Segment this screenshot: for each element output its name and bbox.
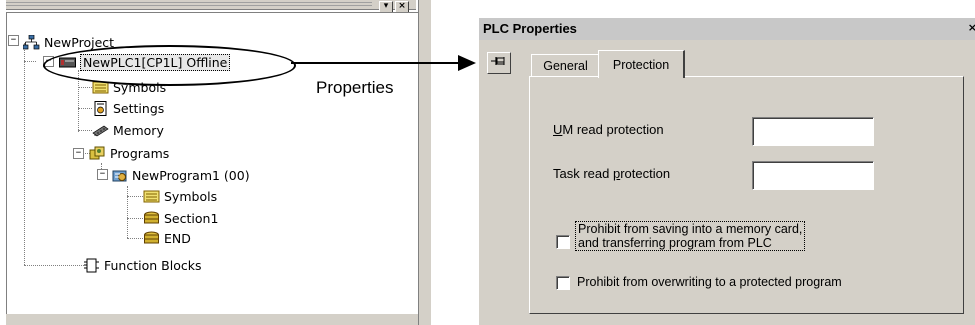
collapse-program-icon[interactable]: − [97,169,108,180]
callout-arrow-line [291,62,458,64]
tree-window-footer [6,314,418,325]
um-read-protection-field[interactable] [752,117,874,146]
tab-label: General [543,59,588,73]
collapse-project-icon[interactable]: − [8,35,19,46]
plc-properties-dialog: PLC Properties × General Protection UM r… [479,18,975,325]
tree-item-programs[interactable]: Programs [89,144,169,162]
tree-item-function-blocks[interactable]: Function Blocks [83,256,201,274]
tree-item-label: Symbols [164,188,218,204]
tree-item-label: NewProgram1 (00) [132,167,250,183]
prohibit-overwriting-label[interactable]: Prohibit from overwriting to a protected… [577,275,842,289]
tree-item-end[interactable]: END [143,229,191,247]
protection-panel: UM read protection Task read protection … [529,76,964,314]
tree-item-label: Section1 [164,210,219,226]
prohibit-saving-line2: and transferring program from PLC [578,236,772,250]
prohibit-saving-label[interactable]: Prohibit from saving into a memory card,… [575,221,806,251]
memory-icon [92,123,109,138]
um-read-protection-label: UM read protection [553,122,664,137]
tree-item-memory[interactable]: Memory [92,121,164,139]
tree-window-header: ▾ × [6,0,416,13]
mnemonic-u: U [553,122,563,137]
pin-icon [491,54,507,72]
function-blocks-icon [83,258,100,273]
tree-item-section1[interactable]: Section1 [143,209,218,227]
callout-label: Properties [316,78,394,97]
close-icon[interactable]: × [968,21,975,34]
tree-item-label: Settings [113,100,165,116]
callout-ellipse [43,45,296,86]
field-label-text: Task read [553,166,613,181]
settings-icon [92,100,109,116]
dialog-titlebar[interactable]: PLC Properties × [479,18,975,40]
field-label-text: rotection [620,166,671,181]
tab-protection[interactable]: Protection [598,50,685,78]
program-icon [111,168,128,183]
tree-window-border [418,0,431,325]
tree-item-label: Function Blocks [104,257,202,273]
tree-item-label: Memory [113,122,164,138]
tree-item-program[interactable]: NewProgram1 (00) [111,166,250,184]
section-icon [143,231,160,246]
symbols-icon [143,189,160,204]
section-icon [143,211,160,226]
collapse-programs-icon[interactable]: − [73,148,84,159]
tree-icon [22,34,40,50]
dialog-title: PLC Properties [483,21,577,36]
prohibit-saving-checkbox[interactable] [556,235,570,249]
task-read-protection-field[interactable] [752,161,874,190]
prohibit-saving-line1: Prohibit from saving into a memory card, [578,222,803,236]
field-label-text: M read protection [562,122,664,137]
prohibit-overwriting-checkbox[interactable] [556,276,570,290]
tree-item-settings[interactable]: Settings [92,99,164,117]
arrow-right-icon [458,55,476,71]
tab-label: Protection [612,57,670,72]
pin-button[interactable] [487,52,511,74]
tree-item-label: Programs [110,145,170,161]
programs-icon [89,146,106,161]
tab-general[interactable]: General [531,54,600,77]
tree-item-label: END [164,230,191,246]
tree-item-program-symbols[interactable]: Symbols [143,187,217,205]
task-read-protection-label: Task read protection [553,166,670,181]
